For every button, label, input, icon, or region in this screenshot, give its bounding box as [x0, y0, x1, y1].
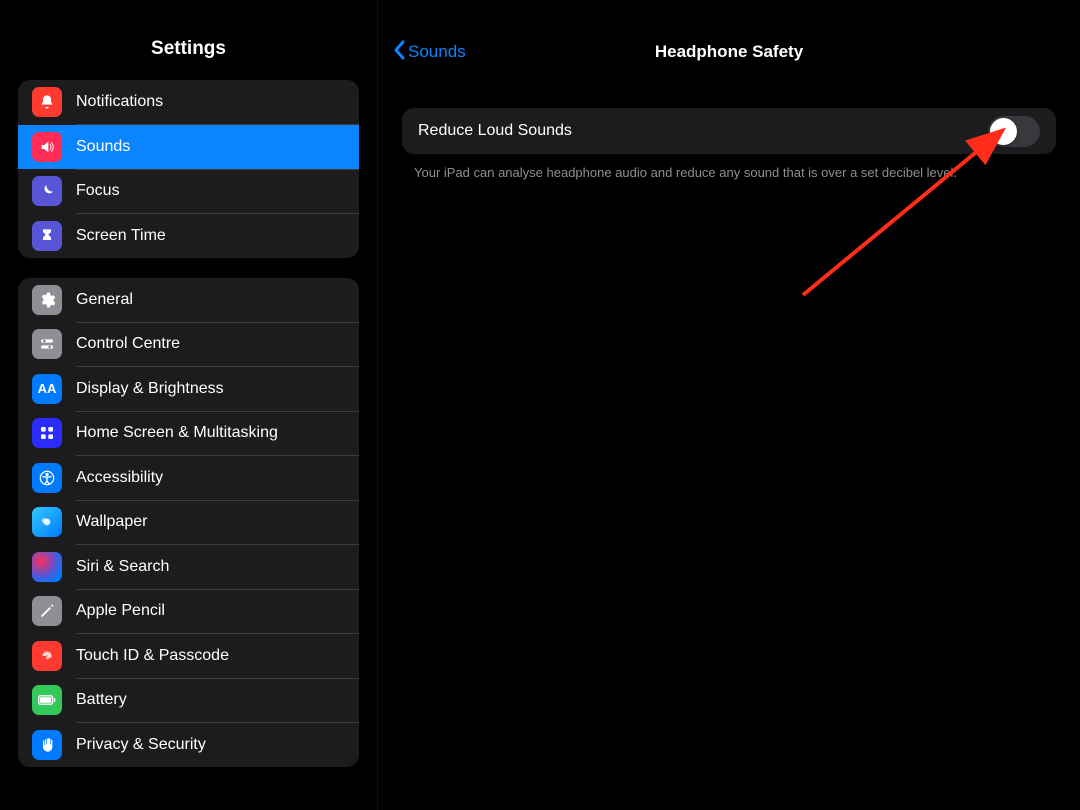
sidebar-item-label: Accessibility [76, 469, 163, 487]
sidebar-group-2: General Control Centre AA Display & Brig… [18, 278, 359, 767]
sidebar-item-control-centre[interactable]: Control Centre [18, 322, 359, 366]
sidebar-item-label: Home Screen & Multitasking [76, 424, 278, 442]
moon-icon [32, 176, 62, 206]
sidebar-item-apple-pencil[interactable]: Apple Pencil [18, 589, 359, 633]
sidebar-item-display-brightness[interactable]: AA Display & Brightness [18, 367, 359, 411]
chevron-left-icon [392, 40, 406, 65]
sidebar-item-label: Sounds [76, 138, 130, 156]
sidebar-title: Settings [0, 38, 377, 60]
setting-description: Your iPad can analyse headphone audio an… [414, 164, 1044, 182]
hourglass-icon [32, 221, 62, 251]
pencil-icon [32, 596, 62, 626]
back-button[interactable]: Sounds [392, 40, 466, 65]
sidebar-item-siri-search[interactable]: Siri & Search [18, 545, 359, 589]
reduce-loud-sounds-row[interactable]: Reduce Loud Sounds [402, 108, 1056, 154]
back-label: Sounds [408, 42, 466, 62]
setting-label: Reduce Loud Sounds [418, 122, 572, 140]
sidebar-item-label: Focus [76, 182, 120, 200]
main-header: Sounds Headphone Safety [378, 24, 1080, 80]
sidebar-item-home-screen[interactable]: Home Screen & Multitasking [18, 411, 359, 455]
sidebar-item-general[interactable]: General [18, 278, 359, 322]
settings-sidebar: Settings Notifications Sounds [0, 0, 377, 810]
sidebar-item-label: Apple Pencil [76, 602, 165, 620]
toggle-knob [990, 118, 1017, 145]
wallpaper-icon [32, 507, 62, 537]
grid-icon [32, 418, 62, 448]
sidebar-item-notifications[interactable]: Notifications [18, 80, 359, 124]
sidebar-item-accessibility[interactable]: Accessibility [18, 456, 359, 500]
battery-icon [32, 685, 62, 715]
sidebar-item-label: Battery [76, 691, 127, 709]
sidebar-item-privacy-security[interactable]: Privacy & Security [18, 723, 359, 767]
sidebar-item-wallpaper[interactable]: Wallpaper [18, 500, 359, 544]
hand-icon [32, 730, 62, 760]
gear-icon [32, 285, 62, 315]
sidebar-item-label: Siri & Search [76, 558, 169, 576]
sidebar-item-label: Screen Time [76, 227, 166, 245]
siri-icon [32, 552, 62, 582]
main-panel: Sounds Headphone Safety Reduce Loud Soun… [377, 0, 1080, 810]
sidebar-item-battery[interactable]: Battery [18, 678, 359, 722]
sidebar-item-screen-time[interactable]: Screen Time [18, 214, 359, 258]
sidebar-item-label: Display & Brightness [76, 380, 224, 398]
sidebar-item-touch-id[interactable]: Touch ID & Passcode [18, 634, 359, 678]
sidebar-item-label: Touch ID & Passcode [76, 647, 229, 665]
sidebar-group-1: Notifications Sounds Focus [18, 80, 359, 258]
sidebar-item-label: General [76, 291, 133, 309]
sidebar-item-sounds[interactable]: Sounds [18, 125, 359, 169]
sidebar-item-label: Privacy & Security [76, 736, 206, 754]
sidebar-item-label: Wallpaper [76, 513, 147, 531]
fingerprint-icon [32, 641, 62, 671]
text-size-icon: AA [32, 374, 62, 404]
switches-icon [32, 329, 62, 359]
accessibility-icon [32, 463, 62, 493]
sidebar-item-label: Control Centre [76, 335, 180, 353]
sidebar-item-label: Notifications [76, 93, 163, 111]
page-title: Headphone Safety [655, 42, 803, 62]
speaker-icon [32, 132, 62, 162]
bell-icon [32, 87, 62, 117]
reduce-loud-sounds-toggle[interactable] [988, 116, 1040, 147]
sidebar-item-focus[interactable]: Focus [18, 169, 359, 213]
